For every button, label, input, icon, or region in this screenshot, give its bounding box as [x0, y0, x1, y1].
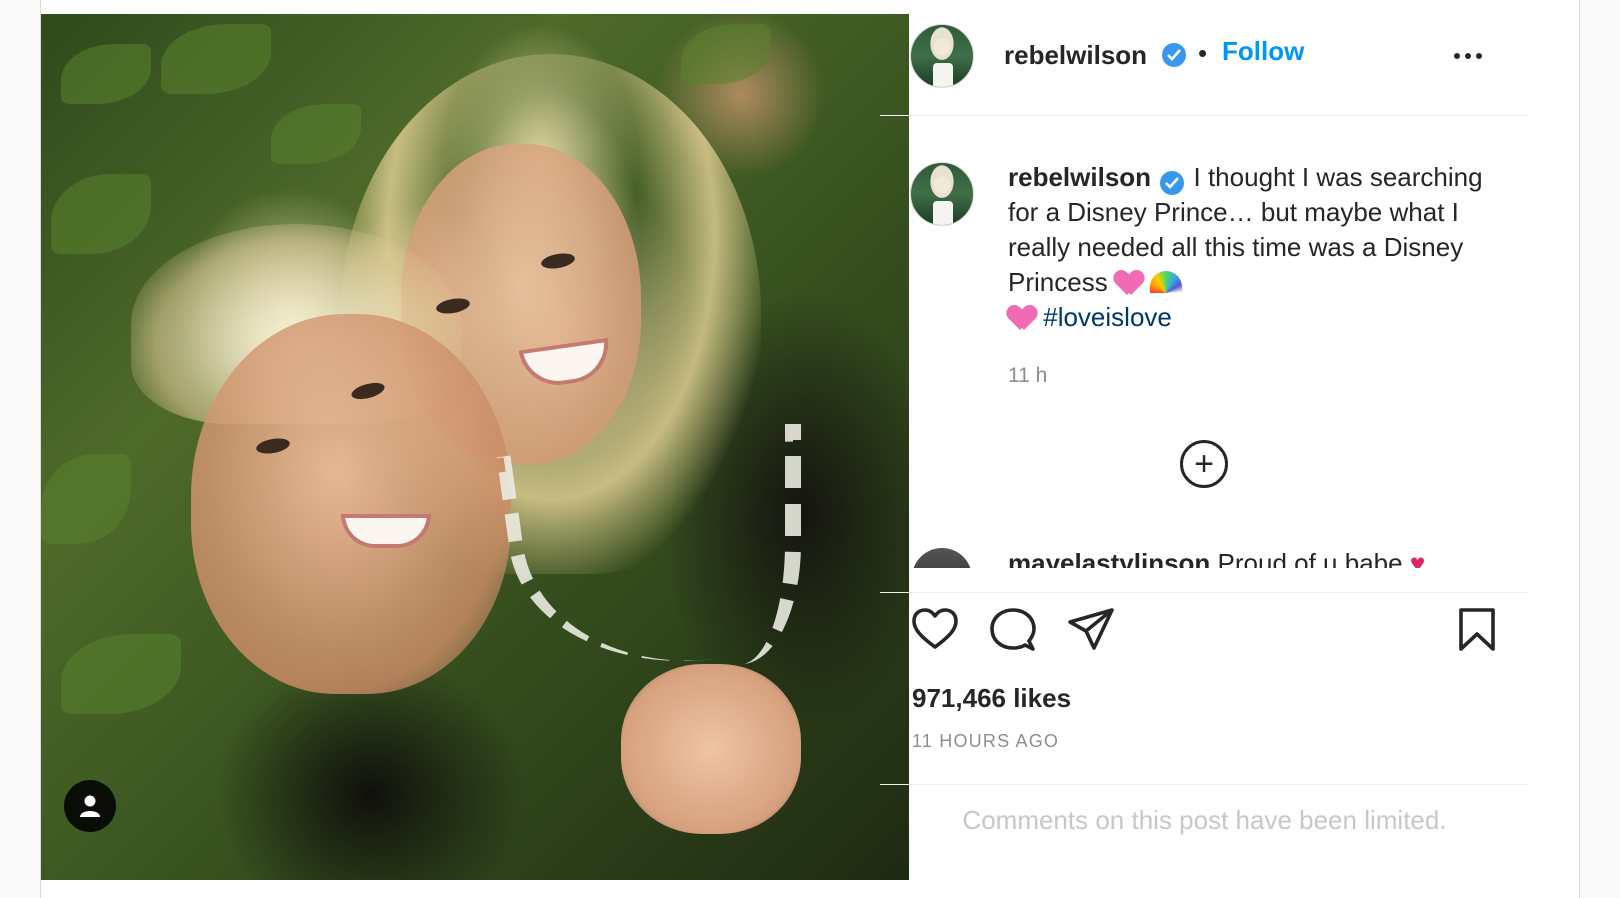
- post-actions: 971,466 likes 11 HOURS AGO: [880, 592, 1529, 772]
- comment-text: Proud of u babe: [1217, 548, 1403, 568]
- avatar[interactable]: [910, 24, 974, 88]
- likes-count[interactable]: 971,466 likes: [912, 683, 1071, 714]
- caption-username[interactable]: rebelwilson: [1008, 162, 1151, 192]
- pink-heart-emoji-icon: [1115, 269, 1143, 295]
- posted-time[interactable]: 11 HOURS AGO: [912, 731, 1059, 752]
- hashtag-link[interactable]: #loveislove: [1043, 302, 1172, 332]
- post-photo[interactable]: [41, 14, 909, 880]
- separator-dot: •: [1198, 38, 1208, 68]
- comment-icon[interactable]: [988, 605, 1038, 655]
- more-options-icon[interactable]: [1454, 44, 1494, 68]
- post-header: rebelwilson • Follow: [880, 0, 1529, 116]
- load-more-comments-icon[interactable]: +: [1180, 440, 1228, 488]
- verified-badge-icon: [1160, 171, 1185, 195]
- header-username[interactable]: rebelwilson: [1004, 40, 1147, 71]
- comments-notice-bar: Comments on this post have been limited.: [880, 784, 1529, 898]
- rainbow-emoji-icon: [1150, 271, 1183, 293]
- follow-button[interactable]: Follow: [1222, 36, 1304, 67]
- caption-timestamp[interactable]: 11 h: [1008, 364, 1047, 388]
- post-side-panel: rebelwilson • Follow rebelwilson I thoug…: [880, 0, 1529, 898]
- pink-heart-emoji-icon: [1008, 304, 1036, 330]
- share-icon[interactable]: [1066, 605, 1116, 655]
- red-heart-emoji-icon: ♥: [1409, 548, 1426, 568]
- user-icon: [80, 795, 100, 817]
- verified-badge-icon: [1162, 43, 1186, 67]
- commenter-avatar[interactable]: [912, 548, 972, 568]
- bookmark-icon[interactable]: [1452, 605, 1502, 655]
- tagged-users-button[interactable]: [64, 780, 116, 832]
- heart-icon[interactable]: [910, 605, 960, 655]
- comment-username[interactable]: mayelastylinson: [1008, 548, 1210, 568]
- comment-preview: mayelastylinson Proud of u babe ♥: [880, 548, 1529, 568]
- comments-limited-text: Comments on this post have been limited.: [962, 805, 1447, 835]
- caption: rebelwilson I thought I was searching fo…: [1008, 160, 1508, 335]
- caption-avatar[interactable]: [910, 162, 974, 226]
